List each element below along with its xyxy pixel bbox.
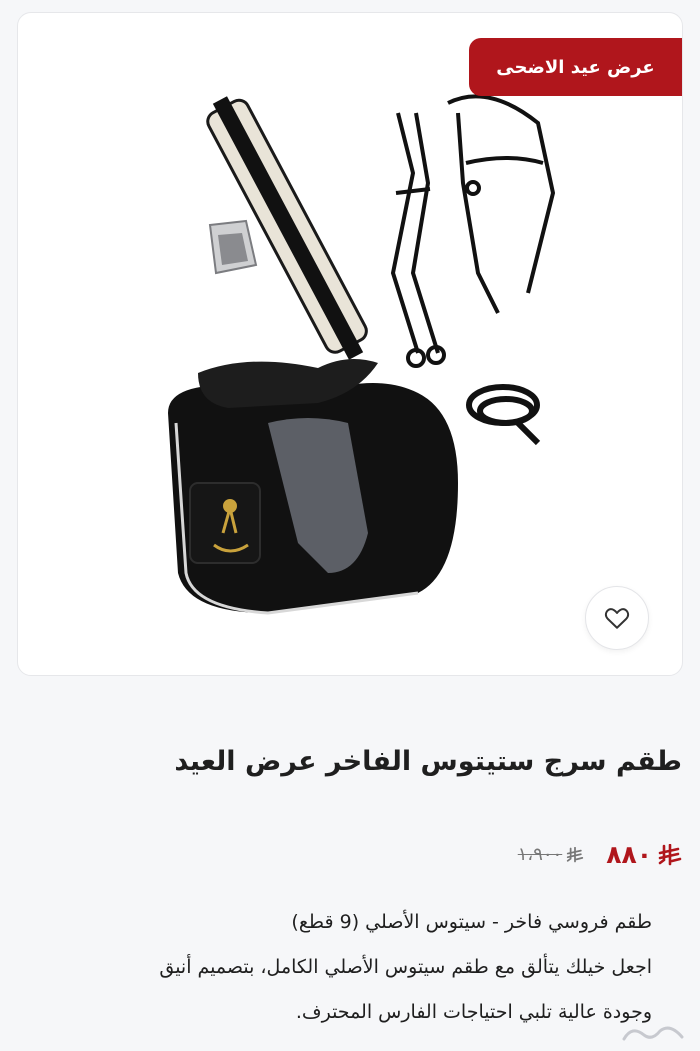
saddle-image <box>168 359 458 615</box>
heart-icon <box>604 608 630 629</box>
price-old-value: ١،٩٠٠ <box>517 844 563 865</box>
favorite-button[interactable] <box>585 586 649 650</box>
bridle-image <box>390 94 556 368</box>
product-image <box>168 94 556 615</box>
price-current: ٨٨٠ <box>606 840 682 869</box>
product-description: طقم فروسي فاخر - سيتوس الأصلي (9 قطع) اج… <box>42 900 652 1035</box>
product-title: طقم سرج ستيتوس الفاخر عرض العيد <box>174 746 682 777</box>
description-line: طقم فروسي فاخر - سيتوس الأصلي (9 قطع) <box>291 911 652 933</box>
promo-badge: عرض عيد الاضحى <box>469 38 682 96</box>
description-line: اجعل خيلك يتألق مع طقم سيتوس الأصلي الكا… <box>159 956 652 978</box>
reins-image <box>466 384 541 446</box>
price-row: ٨٨٠ ١،٩٠٠ <box>518 840 682 869</box>
product-image-card[interactable]: عرض عيد الاضحى <box>17 12 683 676</box>
riyal-icon <box>658 843 682 865</box>
description-line: وجودة عالية تلبي احتياجات الفارس المحترف… <box>295 1001 652 1023</box>
riyal-icon <box>567 846 584 862</box>
price-old: ١،٩٠٠ <box>518 844 584 865</box>
price-current-value: ٨٨٠ <box>606 840 652 869</box>
stirrup-image <box>208 219 258 275</box>
haraj-watermark <box>622 1026 684 1041</box>
